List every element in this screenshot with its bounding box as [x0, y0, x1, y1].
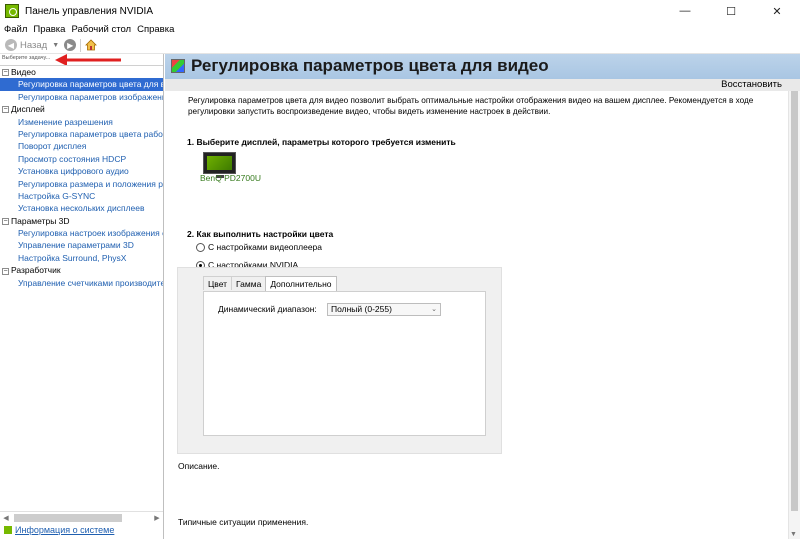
collapse-icon[interactable]: − [2, 267, 9, 275]
page-title: Регулировка параметров цвета для видео [191, 56, 549, 75]
menu-file[interactable]: Файл [4, 24, 27, 35]
tree-item-selected[interactable]: Регулировка параметров цвета для видео [0, 78, 163, 91]
collapse-icon[interactable]: − [2, 217, 9, 225]
tree-item[interactable]: Изменение разрешения [0, 116, 163, 128]
section-select-display: 1. Выберите дисплей, параметры которого … [187, 137, 456, 147]
tree-item[interactable]: Управление счетчиками производительности [0, 277, 163, 289]
tree-item-label: Настройка Surround, PhysX [18, 252, 127, 263]
close-button[interactable]: ✕ [754, 0, 800, 22]
description-label: Описание. [178, 461, 220, 471]
tree-item-label: Регулировка размера и положения рабочего… [18, 178, 163, 189]
window-controls: — ☐ ✕ [662, 0, 800, 22]
page-description: Регулировка параметров цвета для видео п… [188, 96, 754, 116]
dynamic-range-label: Динамический диапазон: [218, 304, 317, 314]
collapse-icon[interactable]: − [2, 69, 9, 77]
tree-item[interactable]: Поворот дисплея [0, 140, 163, 152]
tree-item[interactable]: Установка нескольких дисплеев [0, 202, 163, 214]
tree-item[interactable]: Настройка Surround, PhysX [0, 252, 163, 264]
tree-item-label: Регулировка параметров цвета рабочего ст… [18, 128, 163, 139]
tree-item-label: Видео [11, 67, 36, 77]
system-info-icon [4, 526, 12, 534]
tree-item-label: Дисплей [11, 104, 45, 115]
tree-item-label: Изменение разрешения [18, 116, 113, 127]
scrollbar-thumb[interactable] [14, 514, 122, 522]
system-info-label: Информация о системе [15, 525, 115, 535]
tree-item-label: Настройка G-SYNC [18, 190, 96, 201]
tree-category[interactable]: − Параметры 3D [0, 215, 163, 227]
toolbar: ◀ Назад ▼ ▶ [0, 37, 800, 54]
scrollbar-thumb[interactable] [791, 91, 798, 511]
nvidia-logo-icon [5, 4, 19, 18]
radio-player-circle[interactable] [196, 242, 205, 252]
dynamic-range-select[interactable]: Полный (0-255) ⌄ [327, 303, 441, 316]
tree-category[interactable]: − Дисплей [0, 103, 163, 115]
tab-gamma[interactable]: Гамма [231, 276, 267, 290]
maximize-button[interactable]: ☐ [708, 0, 754, 22]
home-icon[interactable] [85, 39, 98, 51]
menu-bar: Файл Правка Рабочий стол Справка [0, 22, 800, 37]
menu-edit[interactable]: Правка [33, 24, 65, 35]
arrow-right-icon[interactable]: ▶ [64, 39, 77, 51]
tree-item-label: Разработчик [11, 265, 61, 276]
tree-item[interactable]: Установка цифрового аудио [0, 165, 163, 177]
arrow-left-icon[interactable]: ◀ [5, 39, 17, 51]
task-panel: Выберите задачу... − Видео Регулировка пар… [0, 54, 164, 539]
tree-item-label: Управление параметрами 3D [18, 240, 134, 251]
scroll-right-icon[interactable]: ▶ [151, 514, 163, 522]
tree-item-label: Просмотр состояния HDCP [18, 153, 127, 164]
tree-item-label: Регулировка параметров изображения для в… [18, 91, 163, 102]
restore-button[interactable]: Восстановить [721, 79, 782, 90]
tree-item-label: Параметры 3D [11, 215, 70, 226]
tree-item[interactable]: Регулировка параметров цвета рабочего ст… [0, 128, 163, 140]
tree-category[interactable]: − Видео [0, 66, 163, 78]
monitor-icon[interactable] [203, 152, 236, 174]
typical-usage-label: Типичные ситуации применения. [178, 517, 309, 527]
tab-advanced[interactable]: Дополнительно [265, 276, 337, 291]
horizontal-scrollbar[interactable]: ◀ ▶ [0, 511, 163, 524]
menu-desktop[interactable]: Рабочий стол [71, 24, 131, 35]
toolbar-divider [80, 38, 82, 52]
minimize-button[interactable]: — [662, 0, 708, 22]
tree-item-label: Управление счетчиками производительности [18, 277, 163, 288]
title-bar: Панель управления NVIDIA — ☐ ✕ [0, 0, 800, 22]
tree-item-label: Установка нескольких дисплеев [18, 203, 145, 214]
color-settings-icon [171, 59, 185, 73]
tree-item[interactable]: Настройка G-SYNC [0, 190, 163, 202]
system-info-link[interactable]: Информация о системе [4, 525, 114, 535]
radio-player-label: С настройками видеоплеера [208, 242, 323, 252]
tree-item-label: Регулировка параметров цвета для видео [18, 79, 163, 90]
content-panel: Регулировка параметров цвета для видео В… [165, 54, 800, 539]
tree-category[interactable]: − Разработчик [0, 264, 163, 276]
scroll-down-icon[interactable]: ▼ [790, 531, 797, 538]
tree-item-label: Поворот дисплея [18, 141, 87, 152]
tree-item[interactable]: Регулировка настроек изображения с просм… [0, 227, 163, 239]
display-name[interactable]: BenQ PD2700U [200, 173, 261, 183]
task-label: Выберите задачу... [2, 55, 51, 61]
tree-item[interactable]: Управление параметрами 3D [0, 239, 163, 251]
collapse-icon[interactable]: − [2, 106, 9, 114]
chevron-down-icon[interactable]: ▼ [52, 42, 59, 49]
radio-player-settings[interactable]: С настройками видеоплеера [196, 242, 322, 252]
tab-color[interactable]: Цвет [203, 276, 233, 290]
scroll-left-icon[interactable]: ◀ [0, 514, 12, 522]
window-title: Панель управления NVIDIA [25, 5, 153, 17]
tree-item[interactable]: Регулировка параметров изображения для в… [0, 91, 163, 103]
vertical-scrollbar[interactable]: ▼ [788, 91, 800, 539]
tree-item[interactable]: Регулировка размера и положения рабочего… [0, 178, 163, 190]
restore-bar: Восстановить [165, 79, 800, 91]
tree-item-label: Регулировка настроек изображения с просм… [18, 228, 163, 239]
section-color-method: 2. Как выполнить настройки цвета [187, 229, 334, 239]
back-button[interactable]: Назад [20, 40, 47, 51]
tree-item-label: Установка цифрового аудио [18, 166, 129, 177]
settings-tabs: Цвет Гамма Дополнительно [203, 276, 337, 291]
tree-item[interactable]: Просмотр состояния HDCP [0, 153, 163, 165]
page-header: Регулировка параметров цвета для видео [165, 54, 800, 79]
task-tree: −ВидеоРегулировка параметров цвета для в… [0, 65, 163, 511]
chevron-down-icon: ⌄ [431, 306, 437, 313]
menu-help[interactable]: Справка [137, 24, 174, 35]
dynamic-range-value: Полный (0-255) [331, 304, 392, 314]
